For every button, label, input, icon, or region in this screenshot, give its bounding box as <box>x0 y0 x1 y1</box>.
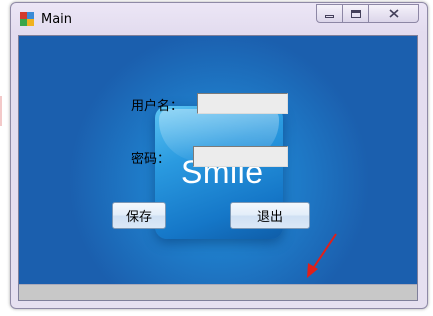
close-icon <box>388 9 399 18</box>
close-button[interactable] <box>369 4 419 23</box>
background-edge <box>0 96 2 126</box>
maximize-button[interactable] <box>343 4 369 23</box>
red-arrow-annotation <box>307 233 337 278</box>
minimize-icon <box>325 15 334 18</box>
title-bar[interactable]: Main <box>11 3 427 35</box>
caption-buttons <box>316 4 419 23</box>
main-window: Main Smile 用户名： 密码： 保存 退出 <box>10 2 428 309</box>
window-title: Main <box>41 12 73 27</box>
minimize-button[interactable] <box>316 4 343 23</box>
client-area: Smile 用户名： 密码： 保存 退出 <box>18 35 418 301</box>
app-grid-icon[interactable] <box>20 12 34 26</box>
status-bar <box>19 284 417 300</box>
maximize-icon <box>350 9 361 18</box>
